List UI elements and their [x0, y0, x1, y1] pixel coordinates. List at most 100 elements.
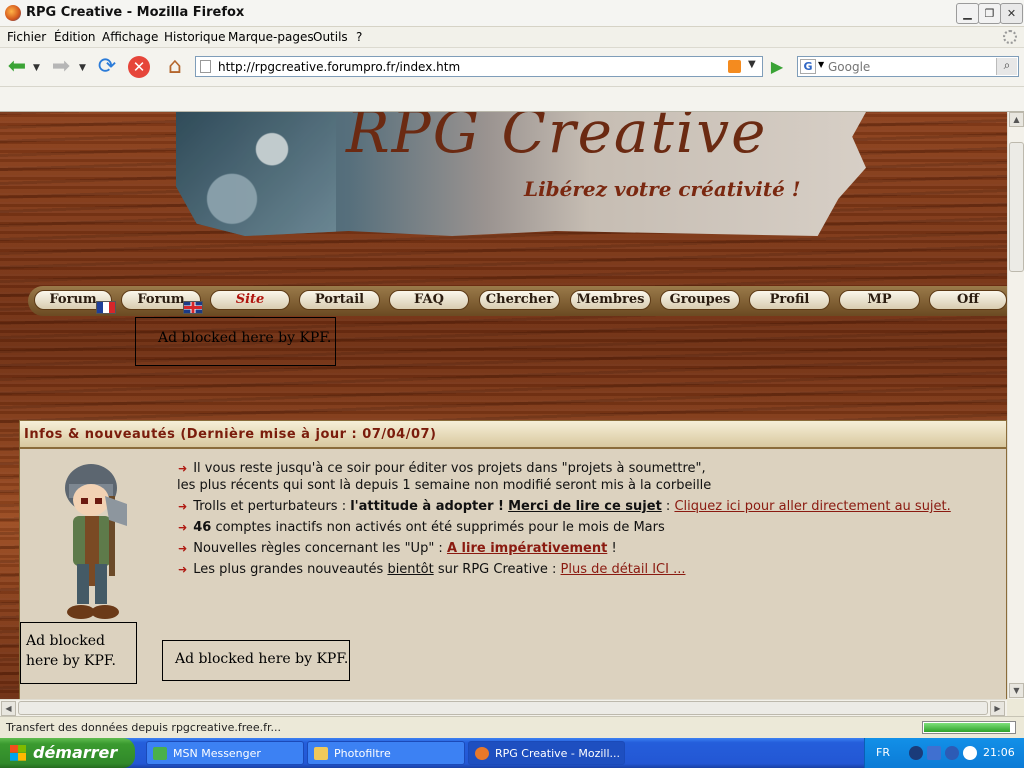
news-item: ➜ Nouvelles règles concernant les "Up" : … [178, 541, 998, 562]
tray-back-icon[interactable] [909, 746, 923, 760]
scroll-right-icon[interactable]: ▶ [990, 701, 1005, 716]
nav-site[interactable]: Site [210, 290, 290, 310]
nav-chercher[interactable]: Chercher [479, 290, 560, 310]
menu-fichier[interactable]: Fichier [7, 30, 46, 44]
reload-icon[interactable]: ⟳ [94, 54, 120, 80]
vertical-scroll-thumb[interactable] [1009, 142, 1024, 272]
search-engine-dropdown-icon[interactable]: ▼ [818, 60, 824, 69]
address-bar[interactable]: http://rpgcreative.forumpro.fr/index.htm… [195, 56, 763, 77]
news-item: ➜ Les plus grandes nouveautés bientôt sur… [178, 562, 998, 583]
news-text: sur RPG Creative : [433, 562, 561, 577]
search-magnifier-icon[interactable]: ⌕ [996, 58, 1017, 75]
ad-placeholder-left: Ad blocked here by KPF. [20, 622, 137, 684]
vertical-scrollbar[interactable]: ▲ ▼ [1007, 112, 1024, 699]
scroll-up-icon[interactable]: ▲ [1009, 112, 1024, 127]
menu-help[interactable]: ? [356, 30, 362, 44]
taskbar-item-label: RPG Creative - Mozill... [495, 747, 621, 760]
taskbar-item-label: MSN Messenger [173, 747, 261, 760]
start-button[interactable]: démarrer [0, 738, 135, 768]
close-button[interactable]: ✕ [1000, 3, 1023, 24]
ad-placeholder-top: Ad blocked here by KPF. [135, 317, 336, 366]
maximize-button[interactable]: ❐ [978, 3, 1001, 24]
go-to-topic-link[interactable]: Cliquez ici pour aller directement au su… [674, 499, 950, 514]
tray-info-icon[interactable] [963, 746, 977, 760]
nav-portail[interactable]: Portail [299, 290, 380, 310]
banner-title: RPG Creative [346, 112, 768, 166]
windows-taskbar: démarrer MSN Messenger Photofiltre RPG C… [0, 738, 1024, 768]
system-tray: FR 21:06 [864, 738, 1024, 768]
banner-artwork [176, 112, 336, 236]
clock: 21:06 [983, 746, 1015, 759]
rules-link[interactable]: A lire impérativement [447, 541, 607, 556]
url-text[interactable]: http://rpgcreative.forumpro.fr/index.htm [218, 60, 460, 74]
news-text: Nouvelles règles concernant les "Up" : [193, 541, 447, 556]
uk-flag-icon [183, 301, 203, 314]
forum-nav-bar: Forum Forum Site Portail FAQ Chercher Me… [28, 286, 1007, 316]
forward-arrow-icon[interactable]: ➡ [48, 54, 74, 80]
window-title-bar[interactable]: RPG Creative - Mozilla Firefox ▁ ❐ ✕ [0, 0, 1024, 27]
scroll-left-icon[interactable]: ◀ [1, 701, 16, 716]
search-bar[interactable]: G ▼ ⌕ [797, 56, 1019, 77]
knight-mascot-image [65, 464, 127, 619]
rss-feed-icon[interactable] [728, 60, 741, 73]
menu-affichage[interactable]: Affichage [102, 30, 158, 44]
nav-groupes[interactable]: Groupes [660, 290, 740, 310]
language-indicator[interactable]: FR [876, 746, 890, 759]
menu-outils[interactable]: Outils [313, 30, 348, 44]
forward-history-dropdown-icon[interactable]: ▼ [79, 63, 86, 73]
stop-icon[interactable]: ✕ [128, 56, 150, 78]
start-label: démarrer [33, 743, 118, 762]
home-icon[interactable]: ⌂ [162, 54, 188, 80]
status-text: Transfert des données depuis rpgcreative… [6, 721, 281, 734]
news-text: comptes inactifs non activés ont été sup… [211, 520, 665, 535]
news-panel-header: Infos & nouveautés (Dernière mise à jour… [20, 421, 1006, 449]
scroll-down-icon[interactable]: ▼ [1009, 683, 1024, 698]
inactive-count: 46 [193, 520, 212, 535]
taskbar-item-msn[interactable]: MSN Messenger [146, 741, 304, 765]
nav-off[interactable]: Off [929, 290, 1007, 310]
url-dropdown-icon[interactable]: ▼ [748, 59, 756, 70]
google-engine-icon[interactable]: G [800, 59, 816, 74]
news-text: Il vous reste jusqu'à ce soir pour édite… [193, 461, 706, 476]
nav-profil[interactable]: Profil [749, 290, 830, 310]
tray-network-icon[interactable] [927, 746, 941, 760]
tray-app-icon[interactable] [945, 746, 959, 760]
search-input[interactable] [828, 58, 988, 75]
read-topic-link[interactable]: Merci de lire ce sujet [508, 499, 662, 514]
news-text: ! [607, 541, 617, 556]
horizontal-scroll-thumb[interactable] [18, 701, 988, 715]
news-list: ➜ Il vous reste jusqu'à ce soir pour édit… [177, 461, 998, 583]
back-arrow-icon[interactable]: ⬅ [4, 54, 30, 80]
french-flag-icon [96, 301, 116, 314]
back-history-dropdown-icon[interactable]: ▼ [33, 63, 40, 73]
window-title: RPG Creative - Mozilla Firefox [26, 5, 245, 20]
throbber-icon [1003, 30, 1017, 44]
nav-faq[interactable]: FAQ [389, 290, 469, 310]
loading-progress-bar [922, 721, 1016, 734]
horizontal-scrollbar[interactable]: ◀ ▶ [0, 699, 1007, 716]
news-item: ➜ Trolls et perturbateurs : l'attitude à … [178, 499, 998, 520]
bookmarks-toolbar [0, 87, 1024, 112]
firefox-icon [5, 5, 21, 21]
menu-marque-pages[interactable]: Marque-pages [228, 30, 314, 44]
news-panel: Infos & nouveautés (Dernière mise à jour… [19, 420, 1007, 699]
menu-edition[interactable]: Édition [54, 30, 96, 44]
page-icon [200, 60, 211, 73]
loading-progress-fill [924, 723, 1010, 732]
firefox-icon [475, 747, 489, 760]
news-text: Trolls et perturbateurs : [193, 499, 351, 514]
red-arrow-icon: ➜ [178, 563, 188, 576]
msn-messenger-icon [153, 747, 167, 760]
nav-mp[interactable]: MP [839, 290, 920, 310]
taskbar-item-photofiltre[interactable]: Photofiltre [307, 741, 465, 765]
nav-membres[interactable]: Membres [570, 290, 651, 310]
page-content: RPG Creative Libérez votre créativité ! … [0, 112, 1007, 699]
minimize-button[interactable]: ▁ [956, 3, 979, 24]
red-arrow-icon: ➜ [178, 462, 188, 475]
news-panel-title: Infos & nouveautés (Dernière mise à jour… [24, 427, 437, 442]
banner-slogan: Libérez votre créativité ! [524, 177, 801, 201]
menu-historique[interactable]: Historique [164, 30, 226, 44]
go-button[interactable]: ▶ [767, 57, 787, 77]
more-details-link[interactable]: Plus de détail ICI ... [561, 562, 686, 577]
taskbar-item-firefox[interactable]: RPG Creative - Mozill... [468, 741, 625, 765]
